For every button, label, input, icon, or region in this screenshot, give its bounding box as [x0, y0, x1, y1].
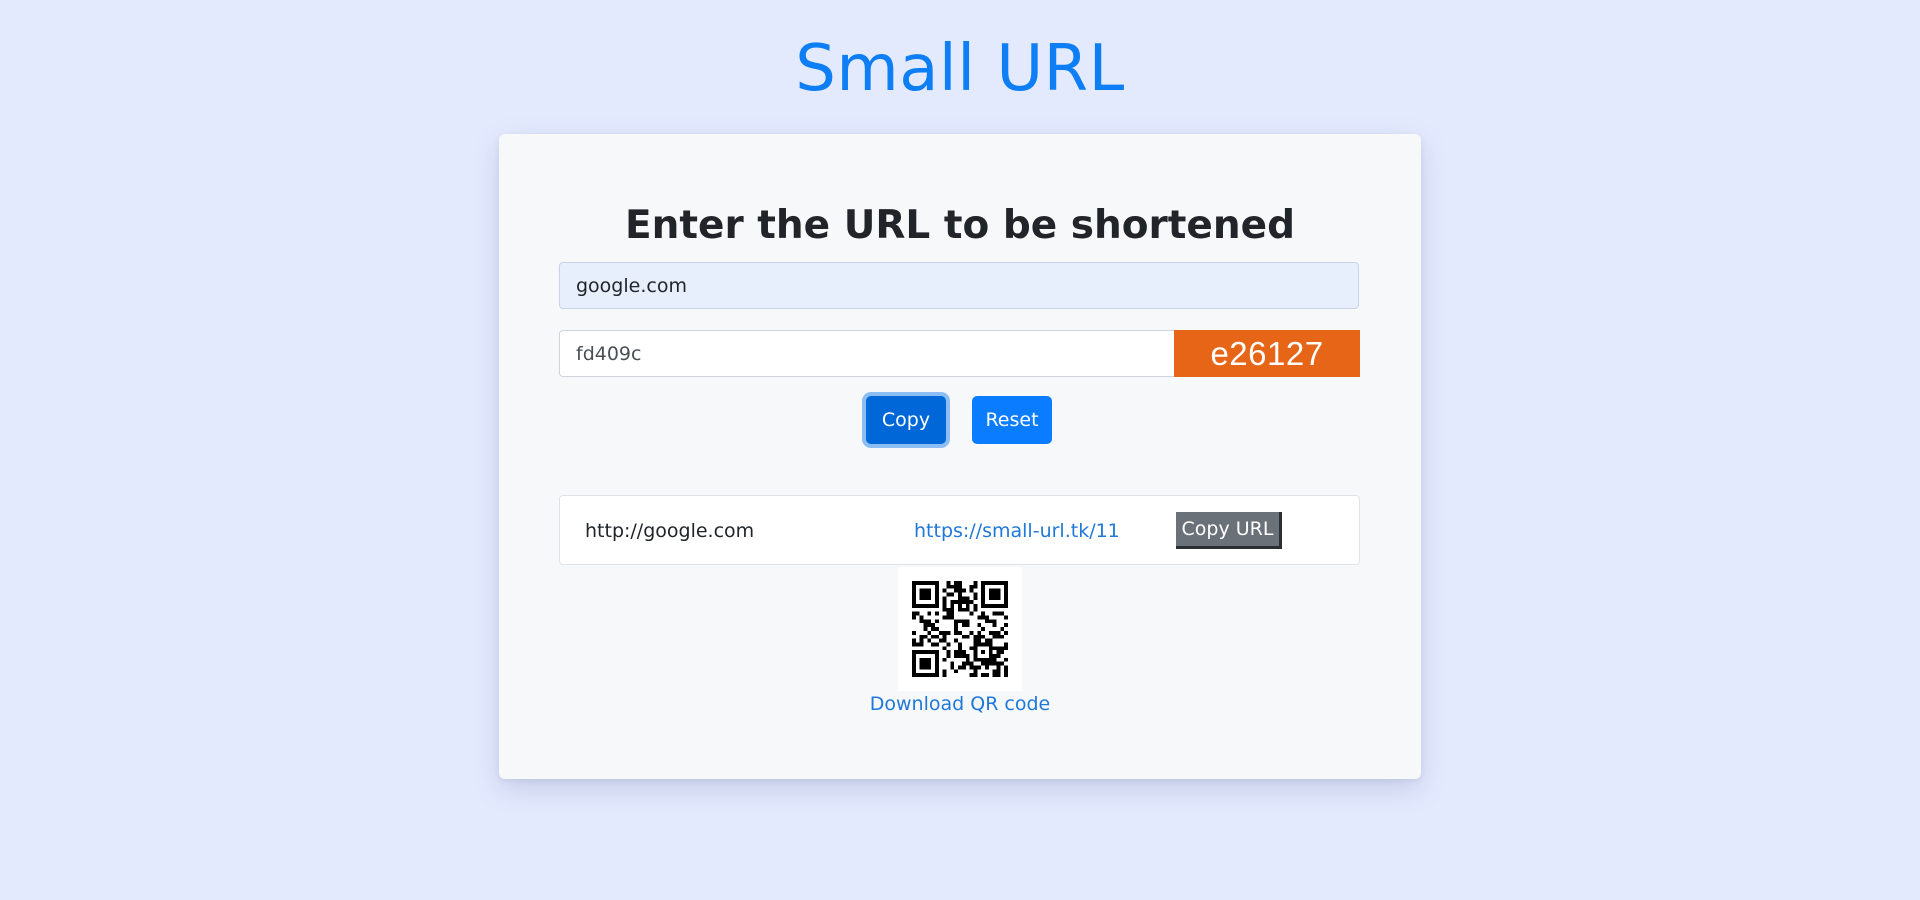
url-input[interactable]: [559, 262, 1359, 309]
download-qr-link[interactable]: Download QR code: [499, 689, 1421, 719]
captcha-input[interactable]: [559, 330, 1175, 377]
app-title: Small URL: [795, 32, 1125, 106]
copy-url-button[interactable]: Copy URL: [1176, 512, 1282, 549]
form-heading: Enter the URL to be shortened: [624, 203, 1296, 248]
qr-code: [898, 567, 1022, 691]
captcha-code: e26127: [1174, 330, 1360, 377]
copy-button[interactable]: Copy: [866, 396, 946, 444]
qr-code-icon: [912, 581, 1008, 677]
shortener-card: Enter the URL to be shortened e26127 Cop…: [499, 134, 1421, 779]
reset-button[interactable]: Reset: [972, 396, 1052, 444]
result-row: http://google.com https://small-url.tk/1…: [559, 495, 1360, 565]
short-url-link[interactable]: https://small-url.tk/11: [914, 496, 1120, 566]
long-url: http://google.com: [585, 520, 755, 542]
